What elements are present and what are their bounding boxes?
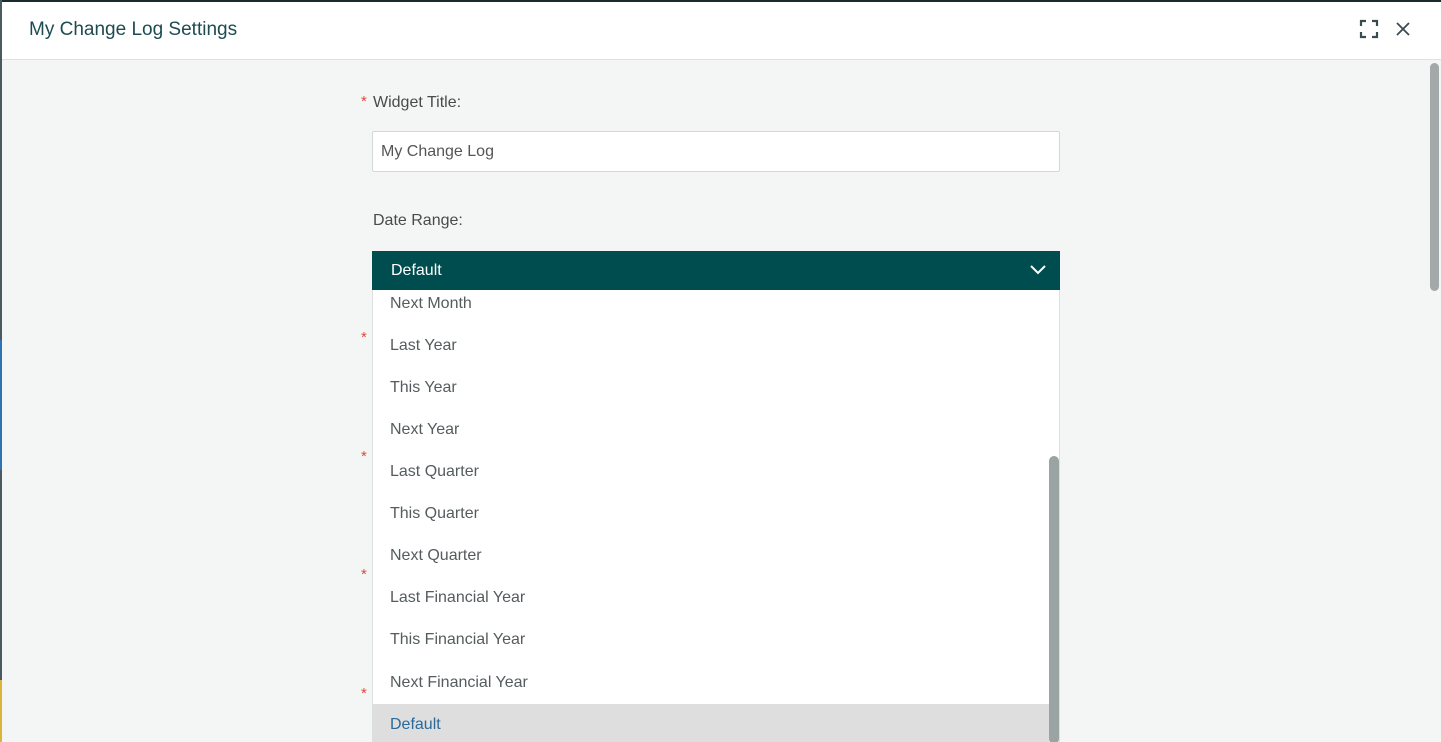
required-marker: *: [361, 93, 367, 110]
dropdown-option-selected[interactable]: Default: [373, 704, 1049, 742]
widget-title-input[interactable]: [372, 131, 1060, 172]
dropdown-option[interactable]: Next Financial Year: [373, 662, 1049, 704]
widget-title-label: Widget Title:: [373, 94, 462, 111]
close-icon: [1396, 22, 1410, 36]
settings-dialog: My Change Log Settings * Widget Title: D…: [2, 2, 1441, 742]
dropdown-option[interactable]: Next Month: [373, 290, 1049, 325]
maximize-button[interactable]: [1358, 18, 1380, 40]
dropdown-option[interactable]: This Quarter: [373, 493, 1049, 535]
dropdown-option[interactable]: Last Quarter: [373, 451, 1049, 493]
date-range-select[interactable]: Default: [372, 251, 1060, 290]
dropdown-option[interactable]: This Year: [373, 367, 1049, 409]
dropdown-scrollbar-thumb[interactable]: [1049, 456, 1059, 742]
dropdown-option[interactable]: Last Year: [373, 325, 1049, 367]
chevron-down-icon: [1030, 265, 1046, 275]
close-button[interactable]: [1392, 18, 1414, 40]
dialog-scrollbar-thumb[interactable]: [1430, 63, 1439, 291]
required-marker: *: [361, 329, 367, 346]
maximize-icon: [1359, 19, 1379, 39]
required-marker: *: [361, 448, 367, 465]
date-range-dropdown-list[interactable]: Next Month Last Year This Year Next Year…: [372, 290, 1060, 742]
dialog-body: * Widget Title: Date Range: * * * * Defa…: [2, 60, 1441, 742]
dialog-title: My Change Log Settings: [29, 19, 238, 40]
required-marker: *: [361, 566, 367, 583]
dropdown-option[interactable]: Next Year: [373, 409, 1049, 451]
required-marker: *: [361, 685, 367, 702]
date-range-selected-value: Default: [391, 262, 442, 279]
dropdown-option[interactable]: This Financial Year: [373, 619, 1049, 661]
dropdown-option[interactable]: Next Quarter: [373, 535, 1049, 577]
date-range-label: Date Range:: [373, 212, 463, 229]
dialog-header: My Change Log Settings: [2, 2, 1441, 60]
dropdown-option[interactable]: Last Financial Year: [373, 577, 1049, 619]
